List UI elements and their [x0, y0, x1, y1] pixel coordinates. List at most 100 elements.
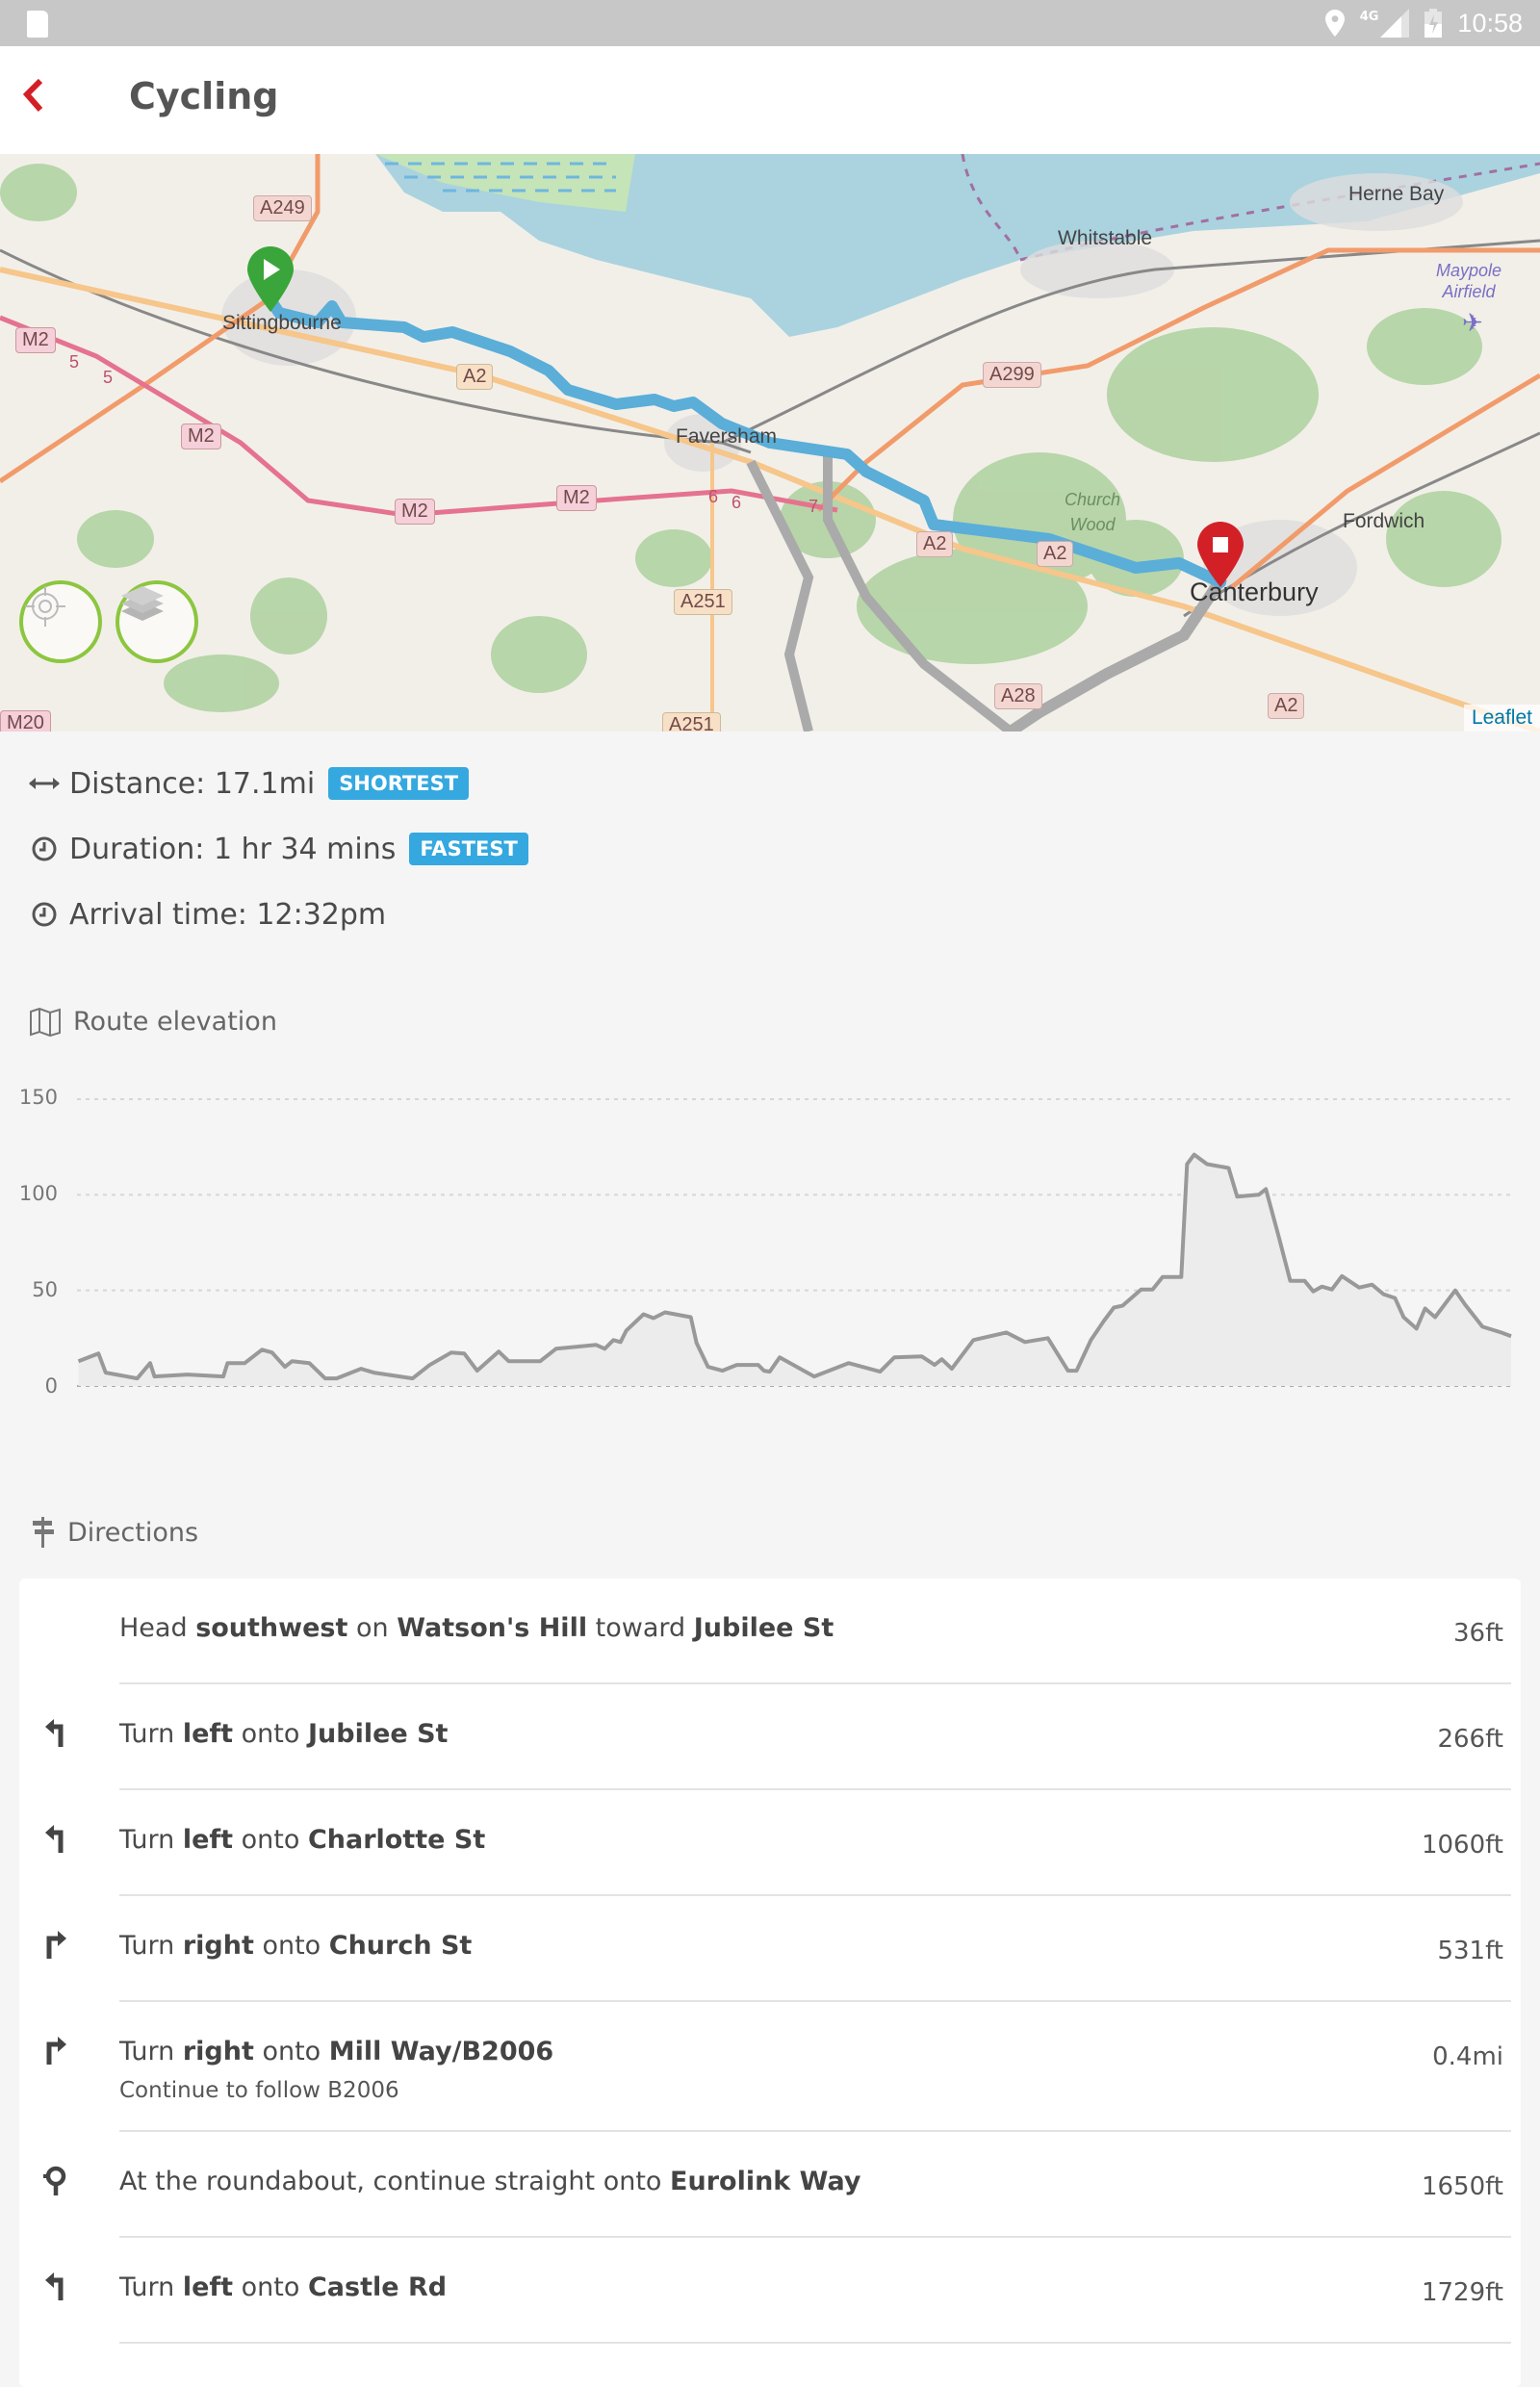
direction-text: At the roundabout, continue straight ont…	[119, 2167, 1511, 2196]
road-shield: A249	[253, 195, 312, 221]
fastest-badge: FASTEST	[409, 833, 527, 865]
junction-label: 5	[103, 368, 113, 388]
direction-emphasis: Castle Rd	[308, 2272, 447, 2302]
direction-step[interactable]: Turn right onto Mill Way/B2006Continue t…	[119, 2002, 1511, 2132]
layers-button[interactable]	[116, 580, 198, 663]
directions-heading-text: Directions	[67, 1518, 198, 1548]
direction-word: Turn	[119, 2272, 183, 2302]
elevation-chart: 150 100 50 0	[0, 1059, 1540, 1415]
turn-right-icon	[37, 2031, 75, 2069]
place-label: Whitstable	[1058, 227, 1152, 250]
stop-marker-icon[interactable]	[1195, 522, 1245, 589]
directions-list: Head southwest on Watson's Hill toward J…	[19, 1578, 1521, 2387]
road-shield: M2	[15, 327, 56, 353]
direction-emphasis: Mill Way/B2006	[329, 2037, 553, 2066]
crosshair-icon	[23, 584, 67, 629]
place-label: Church Wood	[1059, 487, 1126, 537]
road-shield: A2	[1268, 693, 1304, 719]
arrival-text: Arrival time: 12:32pm	[69, 898, 386, 932]
direction-subtext: Continue to follow B2006	[119, 2078, 1511, 2103]
place-label: Sittingbourne	[222, 312, 342, 335]
page-title: Cycling	[129, 75, 279, 117]
directions-heading: Directions	[29, 1517, 198, 1548]
network-type: 4G	[1360, 10, 1379, 24]
chevron-left-icon	[17, 73, 64, 119]
direction-word: At the roundabout, continue straight ont…	[119, 2167, 670, 2196]
route-map[interactable]: A249 M2 M2 M2 M2 A2 A2 A2 A2 A299 A251 A…	[0, 154, 1540, 732]
distance-row: Distance: 17.1mi SHORTEST	[27, 751, 528, 816]
road-shield: M2	[181, 424, 221, 449]
map-icon	[29, 1008, 62, 1037]
direction-emphasis: left	[183, 2272, 233, 2302]
direction-word: onto	[233, 1719, 308, 1749]
direction-word: onto	[233, 1825, 308, 1855]
locate-button[interactable]	[19, 580, 102, 663]
back-button[interactable]	[17, 73, 64, 119]
direction-distance: 36ft	[1453, 1619, 1503, 1648]
battery-charging-icon	[1424, 9, 1442, 38]
route-summary: Distance: 17.1mi SHORTEST Duration: 1 hr…	[27, 751, 528, 947]
direction-text: Turn left onto Charlotte St	[119, 1825, 1511, 1855]
duration-row: Duration: 1 hr 34 mins FASTEST	[27, 816, 528, 882]
arrival-row: Arrival time: 12:32pm	[27, 882, 528, 947]
sd-card-icon	[27, 11, 48, 38]
junction-label: 6	[732, 493, 741, 513]
direction-word: Head	[119, 1613, 195, 1643]
road-shield: A2	[456, 364, 493, 390]
clock-icon	[27, 835, 62, 862]
direction-emphasis: left	[183, 1719, 233, 1749]
direction-distance: 1060ft	[1422, 1831, 1503, 1860]
duration-text: Duration: 1 hr 34 mins	[69, 833, 396, 866]
signal-icon	[1380, 9, 1409, 38]
map-labels: A249 M2 M2 M2 M2 A2 A2 A2 A2 A299 A251 A…	[0, 154, 1540, 732]
direction-word: on	[347, 1613, 397, 1643]
leaflet-attribution-link[interactable]: Leaflet	[1464, 705, 1540, 732]
direction-word: onto	[254, 1931, 329, 1961]
turn-right-icon	[37, 1925, 75, 1964]
place-label: Fordwich	[1343, 510, 1424, 533]
road-shield: A28	[994, 683, 1042, 709]
turn-left-icon	[37, 2267, 75, 2305]
direction-distance: 531ft	[1437, 1937, 1503, 1965]
direction-distance: 266ft	[1437, 1725, 1503, 1754]
direction-word: onto	[254, 2037, 329, 2066]
direction-step[interactable]: Turn left onto Charlotte St1060ft	[119, 1790, 1511, 1896]
road-shield: M2	[395, 499, 435, 525]
airfield-icon: ✈	[1462, 308, 1483, 338]
layers-icon	[119, 584, 166, 625]
place-label: Maypole Airfield	[1434, 260, 1503, 302]
clock: 10:58	[1457, 9, 1523, 38]
direction-distance: 1650ft	[1422, 2172, 1503, 2201]
shortest-badge: SHORTEST	[328, 767, 469, 800]
direction-distance: 0.4mi	[1432, 2042, 1503, 2071]
direction-text: Turn right onto Church St	[119, 1931, 1511, 1961]
direction-emphasis: Jubilee St	[308, 1719, 448, 1749]
direction-step[interactable]: Head southwest on Watson's Hill toward J…	[119, 1578, 1511, 1684]
direction-step[interactable]: At the roundabout, continue straight ont…	[119, 2132, 1511, 2238]
elevation-heading: Route elevation	[29, 1007, 277, 1037]
junction-label: 6	[708, 487, 718, 507]
distance-text: Distance: 17.1mi	[69, 767, 315, 801]
place-label: Faversham	[676, 425, 777, 449]
junction-label: 7	[808, 497, 818, 517]
signpost-icon	[29, 1517, 56, 1548]
status-bar: 4G 10:58	[0, 0, 1540, 46]
road-shield: A251	[662, 712, 721, 732]
road-shield: A2	[1037, 541, 1073, 567]
direction-step[interactable]: Turn left onto Castle Rd 1729ft	[119, 2238, 1511, 2344]
direction-word: onto	[233, 2272, 308, 2302]
direction-emphasis: left	[183, 1825, 233, 1855]
clock-icon	[27, 901, 62, 928]
road-shield: A251	[674, 589, 732, 615]
direction-word: Turn	[119, 1719, 183, 1749]
direction-step[interactable]: Turn left onto Jubilee St 266ft	[119, 1684, 1511, 1790]
direction-word: Turn	[119, 2037, 183, 2066]
junction-label: 5	[69, 352, 79, 372]
direction-step[interactable]: Turn right onto Church St531ft	[119, 1896, 1511, 2002]
turn-left-icon	[37, 1713, 75, 1752]
direction-distance: 1729ft	[1422, 2278, 1503, 2307]
direction-emphasis: Jubilee St	[694, 1613, 834, 1643]
elevation-plot	[0, 1059, 1540, 1415]
horizontal-arrows-icon	[27, 776, 62, 791]
play-marker-icon[interactable]	[245, 246, 295, 314]
